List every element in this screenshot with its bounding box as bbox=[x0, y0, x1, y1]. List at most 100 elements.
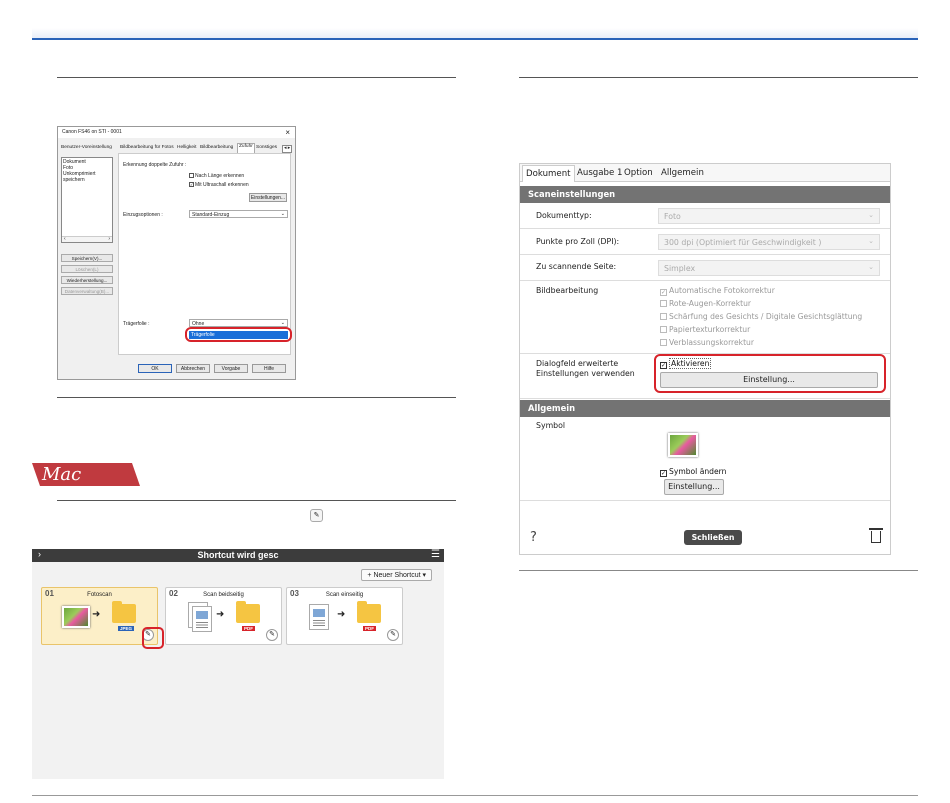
preset-list[interactable]: Dokument Foto Unkomprimiert speichern ‹ … bbox=[61, 157, 113, 243]
settings-row: Bildbearbeitung ✓ Automatische Fotokorrek… bbox=[520, 282, 890, 354]
document-type-select[interactable]: Foto ⌄ bbox=[658, 208, 880, 224]
row-label: Symbol bbox=[536, 421, 566, 430]
cancel-button[interactable]: Abbrechen bbox=[176, 364, 210, 373]
delete-preset-button[interactable]: Löschen(L) bbox=[61, 265, 113, 273]
symbol-settings-button[interactable]: Einstellung... bbox=[664, 479, 724, 495]
checkbox[interactable] bbox=[660, 339, 667, 346]
section-rule bbox=[57, 77, 456, 78]
tab-feed[interactable]: Zufuhr bbox=[237, 143, 255, 153]
row-label: Zu scannende Seite: bbox=[536, 262, 617, 271]
list-item[interactable]: Unkomprimiert speichern bbox=[63, 171, 111, 183]
dialog-tabs: Dokument Ausgabe 1 Option Allgemein bbox=[520, 164, 890, 182]
header-band bbox=[32, 28, 918, 38]
tab-output[interactable]: Ausgabe 1 bbox=[577, 168, 622, 178]
edit-icon[interactable]: ✎ bbox=[266, 629, 278, 641]
tab-general[interactable]: Allgemein bbox=[661, 168, 704, 178]
tab-document[interactable]: Dokument bbox=[522, 165, 575, 182]
footer-rule bbox=[32, 795, 918, 796]
option-label: Verblassungskorrektur bbox=[669, 338, 754, 347]
settings-row: Zu scannende Seite: Simplex ⌄ bbox=[520, 256, 890, 281]
pdf-badge: PDF bbox=[363, 626, 376, 631]
face-sharpening[interactable]: Schärfung des Gesichts / Digitale Gesich… bbox=[660, 312, 862, 321]
folder-icon bbox=[357, 601, 381, 623]
chevron-down-icon: ⌄ bbox=[280, 211, 285, 217]
tab-brightness[interactable]: Helligkeit bbox=[177, 145, 196, 153]
tab-option[interactable]: Option bbox=[624, 168, 653, 178]
option-label: Automatische Fotokorrektur bbox=[669, 286, 775, 295]
pdf-badge: PDF bbox=[242, 626, 255, 631]
dpi-select[interactable]: 300 dpi (Optimiert für Geschwindigkeit )… bbox=[658, 234, 880, 250]
tab-image-processing[interactable]: Bildbearbeitung bbox=[200, 145, 233, 153]
tab-other[interactable]: Sonstiges bbox=[256, 145, 277, 153]
highlight-oval bbox=[654, 354, 886, 393]
checkbox[interactable] bbox=[660, 300, 667, 307]
select-value: 300 dpi (Optimiert für Geschwindigkeit ) bbox=[664, 238, 822, 247]
defaults-button[interactable]: Vorgabe bbox=[214, 364, 248, 373]
checkbox[interactable] bbox=[189, 173, 194, 179]
tab-scroll-arrows[interactable]: ◂ ▸ bbox=[282, 145, 293, 153]
help-button[interactable]: Hilfe bbox=[252, 364, 286, 373]
scan-settings-dialog: Dokument Ausgabe 1 Option Allgemein Scan… bbox=[519, 163, 891, 555]
red-eye-correction[interactable]: Rote-Augen-Korrektur bbox=[660, 299, 751, 308]
section-rule bbox=[57, 397, 456, 398]
save-preset-button[interactable]: Speichern(V)... bbox=[61, 254, 113, 262]
settings-row: Symbol ✓ Symbol ändern Einstellung... bbox=[520, 417, 890, 501]
data-management-button[interactable]: Datenverwaltung(B)... bbox=[61, 287, 113, 295]
card-name: Fotoscan bbox=[87, 592, 112, 598]
checkbox[interactable] bbox=[660, 313, 667, 320]
new-shortcut-button[interactable]: + Neuer Shortcut ▾ bbox=[361, 569, 432, 581]
shortcut-card[interactable]: 03 Scan einseitig ➜ PDF ✎ bbox=[286, 587, 403, 645]
paper-texture-correction[interactable]: Papiertexturkorrektur bbox=[660, 325, 750, 334]
checkbox[interactable] bbox=[660, 326, 667, 333]
row-label: Bildbearbeitung bbox=[536, 286, 599, 295]
feed-settings-panel: Erkennung doppelte Zufuhr : Nach Länge e… bbox=[118, 153, 291, 355]
highlight-oval bbox=[185, 327, 292, 342]
windows-driver-dialog: Canon FS46 on STI - 0001 × Benutzer-Vore… bbox=[57, 126, 296, 380]
document-icon bbox=[309, 604, 329, 630]
auto-photo-correction[interactable]: ✓ Automatische Fotokorrektur bbox=[660, 286, 775, 296]
tab-photo-processing[interactable]: Bildbearbeitung für Fotos bbox=[120, 145, 174, 153]
scan-side-select[interactable]: Simplex ⌄ bbox=[658, 260, 880, 276]
list-scrollbar[interactable]: ‹ › bbox=[62, 236, 112, 242]
shortcut-card[interactable]: 02 Scan beidseitig ➜ PDF ✎ bbox=[165, 587, 282, 645]
length-check[interactable]: Nach Länge erkennen bbox=[189, 173, 244, 179]
mac-title: Shortcut wird gesc bbox=[197, 550, 279, 560]
dialog-titlebar: Canon FS46 on STI - 0001 × bbox=[58, 127, 295, 138]
close-button[interactable]: Schließen bbox=[684, 530, 742, 545]
chevron-down-icon: ⌄ bbox=[868, 237, 874, 245]
trash-icon[interactable] bbox=[869, 528, 883, 543]
restore-button[interactable]: Wiederherstellung... bbox=[61, 276, 113, 284]
fading-correction[interactable]: Verblassungskorrektur bbox=[660, 338, 754, 347]
checkbox[interactable]: ✓ bbox=[660, 289, 667, 296]
checkbox[interactable]: ✓ bbox=[189, 182, 194, 188]
feed-options-select[interactable]: Standard-Einzug ⌄ bbox=[189, 210, 288, 218]
dialog-title: Canon FS46 on STI - 0001 bbox=[62, 129, 122, 135]
edit-icon[interactable]: ✎ bbox=[387, 629, 399, 641]
settings-button[interactable]: Einstellungen... bbox=[249, 193, 287, 202]
help-icon[interactable]: ? bbox=[530, 530, 537, 545]
double-feed-label: Erkennung doppelte Zufuhr : bbox=[123, 162, 187, 168]
menu-icon[interactable]: ☰ bbox=[431, 549, 440, 560]
arrow-icon: ➜ bbox=[337, 609, 346, 620]
scroll-left-icon[interactable]: ‹ bbox=[64, 236, 66, 242]
carrier-select[interactable]: Ohne ⌄ bbox=[189, 319, 288, 327]
tab-user-preset[interactable]: Benutzer-Voreinstellung bbox=[61, 145, 112, 153]
card-name: Scan einseitig bbox=[325, 592, 364, 598]
arrow-icon: ➜ bbox=[92, 609, 101, 620]
ultrasonic-check[interactable]: ✓ Mit Ultraschall erkennen bbox=[189, 182, 249, 188]
card-name: Scan beidseitig bbox=[203, 592, 244, 598]
mac-toolbar: › Shortcut wird gesc ☰ bbox=[32, 549, 444, 562]
change-symbol-checkbox[interactable]: ✓ Symbol ändern bbox=[660, 467, 726, 477]
edit-icon: ✎ bbox=[310, 509, 323, 522]
option-label: Papiertexturkorrektur bbox=[669, 325, 751, 334]
checkbox[interactable]: ✓ bbox=[660, 470, 667, 477]
feed-options-label: Einzugsoptionen : bbox=[123, 212, 163, 218]
dialog-tabs: Benutzer-Voreinstellung Bildbearbeitung … bbox=[58, 143, 295, 153]
select-value: Foto bbox=[664, 212, 681, 221]
close-icon[interactable]: × bbox=[285, 128, 290, 137]
settings-row: Punkte pro Zoll (DPI): 300 dpi (Optimier… bbox=[520, 230, 890, 255]
shortcut-card[interactable]: 01 Fotoscan ➜ JPEG ✎ bbox=[41, 587, 158, 645]
ok-button[interactable]: OK bbox=[138, 364, 172, 373]
scroll-right-icon[interactable]: › bbox=[108, 236, 110, 242]
row-label: Dialogfeld erweiterte Einstellungen verw… bbox=[536, 359, 635, 378]
